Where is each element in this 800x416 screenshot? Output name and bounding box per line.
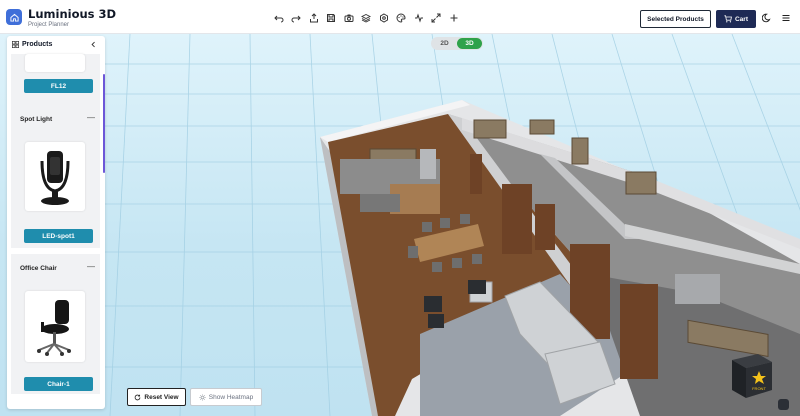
menu-icon[interactable] <box>781 13 791 23</box>
layers-icon[interactable] <box>358 11 376 25</box>
reset-view-label: Reset View <box>144 393 179 401</box>
product-button-fl12[interactable]: FL12 <box>24 79 93 93</box>
cart-button[interactable]: Cart <box>716 10 756 28</box>
floor-plan-render[interactable] <box>0 34 800 416</box>
sidebar-title: Products <box>22 41 53 48</box>
collapse-icon[interactable]: — <box>87 113 95 122</box>
save-icon[interactable] <box>323 11 341 25</box>
toggle-3d[interactable]: 3D <box>457 38 482 49</box>
corner-action-button[interactable] <box>778 399 789 410</box>
view-mode-toggle: 2D 3D <box>431 37 483 50</box>
camera-icon[interactable] <box>340 11 358 25</box>
redo-icon[interactable] <box>288 11 306 25</box>
product-section-office-chair: Office Chair — Chair-1 <box>11 254 100 394</box>
grid-icon <box>12 41 19 48</box>
app-subtitle: Project Planner <box>28 22 70 28</box>
settings-icon[interactable] <box>375 11 393 25</box>
main-toolbar <box>270 11 463 25</box>
activity-icon[interactable] <box>410 11 428 25</box>
section-label-spot-light: Spot Light <box>20 116 53 123</box>
viewport-3d[interactable] <box>0 34 800 416</box>
product-button-led-spot1[interactable]: LED-spot1 <box>24 229 93 243</box>
show-heatmap-label: Show Heatmap <box>208 393 254 401</box>
top-header: Luminious 3D Project Planner Selected Pr… <box>0 0 800 34</box>
products-sidebar: Products FL12 Spot Light — LED-spot1 Off… <box>7 36 105 409</box>
selected-products-button[interactable]: Selected Products <box>640 10 711 28</box>
sidebar-header: Products <box>7 36 105 54</box>
moon-icon[interactable] <box>762 13 772 23</box>
product-section-lamp: FL12 <box>11 54 100 112</box>
undo-icon[interactable] <box>270 11 288 25</box>
add-icon[interactable] <box>445 11 463 25</box>
show-heatmap-button[interactable]: Show Heatmap <box>190 388 262 406</box>
reset-view-button[interactable]: Reset View <box>127 388 186 406</box>
view-cube[interactable]: FRONT <box>728 350 776 400</box>
section-label-office-chair: Office Chair <box>20 265 57 272</box>
cart-label: Cart <box>734 15 748 23</box>
product-card-led-spot1[interactable] <box>25 142 85 211</box>
spot-light-image <box>40 150 70 205</box>
view-cube-face-label: FRONT <box>752 386 766 391</box>
palette-icon[interactable] <box>393 11 411 25</box>
product-button-chair-1[interactable]: Chair-1 <box>24 377 93 391</box>
product-card-fl12[interactable] <box>25 54 85 72</box>
cart-icon <box>724 15 732 23</box>
home-icon[interactable] <box>6 9 22 25</box>
chevron-left-icon[interactable] <box>90 41 97 48</box>
office-chair-image <box>37 299 71 356</box>
app-title: Luminious 3D <box>28 7 117 21</box>
sidebar-scrollbar[interactable] <box>103 74 105 173</box>
export-icon[interactable] <box>305 11 323 25</box>
sun-icon <box>199 393 206 401</box>
expand-icon[interactable] <box>428 11 446 25</box>
product-section-spot-light: Spot Light — LED-spot1 <box>11 105 100 248</box>
collapse-icon[interactable]: — <box>87 262 95 271</box>
toggle-2d[interactable]: 2D <box>432 38 457 49</box>
product-card-chair-1[interactable] <box>25 291 85 362</box>
refresh-icon <box>135 394 141 400</box>
